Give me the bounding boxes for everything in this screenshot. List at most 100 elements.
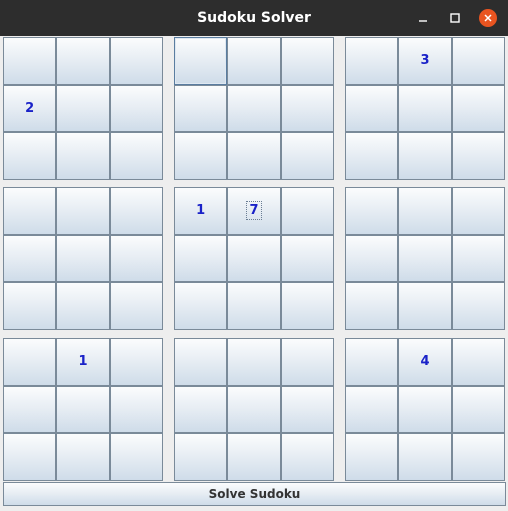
sudoku-cell[interactable]	[398, 84, 452, 133]
sudoku-cell[interactable]	[451, 37, 505, 85]
sudoku-cell[interactable]	[3, 132, 57, 180]
sudoku-cell[interactable]: 4	[398, 338, 452, 386]
sudoku-cell[interactable]	[174, 234, 228, 283]
sudoku-cell[interactable]	[345, 132, 399, 180]
sudoku-cell[interactable]	[280, 37, 334, 85]
sudoku-cell[interactable]	[398, 187, 452, 235]
sudoku-cell[interactable]	[451, 433, 505, 481]
sudoku-cell[interactable]	[345, 187, 399, 235]
sudoku-grid: 231714	[0, 36, 508, 482]
sudoku-cell[interactable]	[451, 338, 505, 386]
sudoku-cell[interactable]	[227, 433, 281, 481]
sudoku-cell[interactable]	[398, 433, 452, 481]
sudoku-cell[interactable]	[227, 37, 281, 85]
sudoku-cell[interactable]: 7	[227, 187, 281, 235]
sudoku-cell[interactable]	[451, 132, 505, 180]
solve-sudoku-button[interactable]: Solve Sudoku	[3, 482, 506, 506]
sudoku-block	[345, 187, 505, 330]
sudoku-block: 4	[345, 338, 505, 481]
sudoku-cell[interactable]	[174, 37, 228, 85]
sudoku-cell[interactable]: 2	[3, 84, 57, 133]
sudoku-cell[interactable]	[3, 37, 57, 85]
cell-value: 4	[420, 354, 430, 370]
sudoku-cell[interactable]	[3, 338, 57, 386]
sudoku-cell[interactable]	[398, 132, 452, 180]
sudoku-cell[interactable]	[345, 234, 399, 283]
sudoku-cell[interactable]	[3, 385, 57, 434]
sudoku-cell[interactable]	[56, 84, 110, 133]
close-icon	[479, 9, 497, 27]
sudoku-cell[interactable]	[280, 132, 334, 180]
sudoku-cell[interactable]: 3	[398, 37, 452, 85]
sudoku-cell[interactable]	[227, 84, 281, 133]
sudoku-cell[interactable]	[109, 385, 163, 434]
sudoku-cell[interactable]	[56, 132, 110, 180]
sudoku-solver-window: Sudoku Solver 231714 Solve Sudoku	[0, 0, 508, 511]
sudoku-cell[interactable]	[174, 84, 228, 133]
maximize-button[interactable]	[446, 9, 464, 27]
sudoku-cell[interactable]	[56, 282, 110, 330]
sudoku-cell[interactable]	[227, 132, 281, 180]
sudoku-cell[interactable]	[56, 234, 110, 283]
maximize-icon	[446, 9, 464, 27]
sudoku-cell[interactable]	[174, 282, 228, 330]
sudoku-cell[interactable]	[345, 385, 399, 434]
sudoku-block: 17	[174, 187, 334, 330]
sudoku-cell[interactable]	[174, 338, 228, 386]
sudoku-cell[interactable]	[109, 37, 163, 85]
sudoku-cell[interactable]	[280, 282, 334, 330]
sudoku-cell[interactable]	[56, 37, 110, 85]
sudoku-cell[interactable]	[109, 338, 163, 386]
sudoku-cell[interactable]	[280, 433, 334, 481]
sudoku-block: 3	[345, 37, 505, 180]
sudoku-cell[interactable]	[451, 187, 505, 235]
sudoku-cell[interactable]	[451, 282, 505, 330]
minimize-icon	[414, 9, 432, 27]
sudoku-cell[interactable]	[3, 433, 57, 481]
sudoku-cell[interactable]	[56, 187, 110, 235]
sudoku-cell[interactable]	[109, 84, 163, 133]
sudoku-cell[interactable]	[3, 187, 57, 235]
cell-value: 3	[420, 53, 430, 69]
sudoku-cell[interactable]	[174, 433, 228, 481]
sudoku-block: 2	[3, 37, 163, 180]
sudoku-cell[interactable]	[451, 84, 505, 133]
sudoku-cell[interactable]	[398, 282, 452, 330]
sudoku-cell[interactable]	[398, 385, 452, 434]
sudoku-cell[interactable]	[280, 84, 334, 133]
sudoku-cell[interactable]	[3, 282, 57, 330]
sudoku-cell[interactable]	[109, 234, 163, 283]
sudoku-cell[interactable]	[280, 234, 334, 283]
sudoku-cell[interactable]	[345, 282, 399, 330]
sudoku-cell[interactable]	[280, 187, 334, 235]
minimize-button[interactable]	[414, 9, 432, 27]
sudoku-cell[interactable]	[56, 433, 110, 481]
close-button[interactable]	[479, 9, 497, 27]
sudoku-cell[interactable]	[398, 234, 452, 283]
sudoku-cell[interactable]	[3, 234, 57, 283]
sudoku-block: 1	[3, 338, 163, 481]
sudoku-cell[interactable]	[451, 234, 505, 283]
title-bar[interactable]: Sudoku Solver	[0, 0, 508, 36]
sudoku-cell[interactable]	[109, 433, 163, 481]
sudoku-cell[interactable]	[174, 132, 228, 180]
sudoku-cell[interactable]	[109, 282, 163, 330]
sudoku-cell[interactable]	[345, 37, 399, 85]
sudoku-cell[interactable]	[109, 132, 163, 180]
sudoku-cell[interactable]	[227, 338, 281, 386]
sudoku-cell[interactable]: 1	[174, 187, 228, 235]
sudoku-cell[interactable]	[227, 234, 281, 283]
sudoku-cell[interactable]	[345, 338, 399, 386]
sudoku-cell[interactable]	[280, 338, 334, 386]
sudoku-cell[interactable]	[227, 385, 281, 434]
cell-value: 1	[196, 203, 206, 219]
sudoku-cell[interactable]	[451, 385, 505, 434]
sudoku-cell[interactable]	[345, 433, 399, 481]
sudoku-cell[interactable]: 1	[56, 338, 110, 386]
sudoku-cell[interactable]	[109, 187, 163, 235]
sudoku-cell[interactable]	[345, 84, 399, 133]
sudoku-cell[interactable]	[227, 282, 281, 330]
sudoku-cell[interactable]	[174, 385, 228, 434]
sudoku-cell[interactable]	[280, 385, 334, 434]
sudoku-cell[interactable]	[56, 385, 110, 434]
